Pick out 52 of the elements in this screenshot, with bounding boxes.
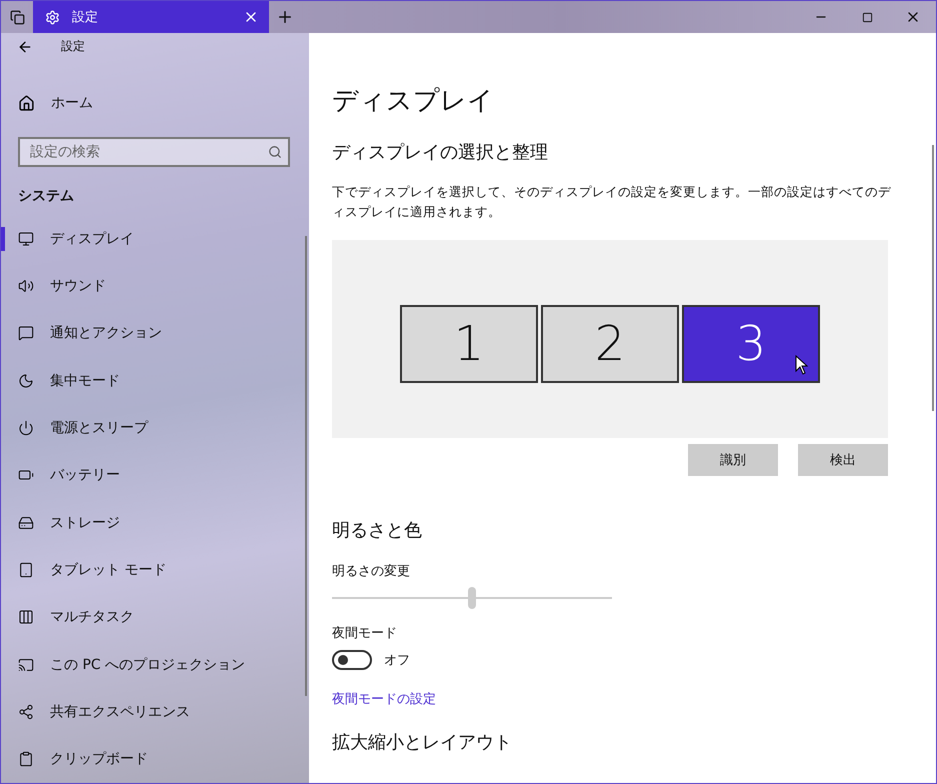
page-title: 設定 (61, 38, 85, 56)
tablet-icon (18, 562, 34, 578)
clipboard-icon (18, 751, 34, 768)
monitor-tile[interactable]: 2 (541, 305, 679, 383)
slider-label: 明るさの変更 (332, 563, 411, 580)
section-heading: 明るさと色 (332, 519, 423, 542)
columns-icon (18, 609, 34, 626)
sidebar-item[interactable]: 集中モード (1, 356, 309, 404)
gear-icon (45, 10, 60, 24)
sidebar-item[interactable]: ディスプレイ (1, 214, 309, 262)
action-button[interactable]: 検出 (798, 444, 888, 476)
sidebar-item[interactable]: タブレット モード (1, 546, 309, 594)
cast-icon (18, 656, 34, 673)
back-icon[interactable] (17, 38, 33, 55)
search-field[interactable]: 設定の検索 (18, 136, 290, 167)
night-mode-toggle[interactable] (332, 650, 372, 670)
settings-tab[interactable]: 設定 (33, 1, 269, 33)
description: 下でディスプレイを選択して、そのディスプレイの設定を変更します。一部の設定はすべてのディスプレイに適用されます。 (332, 183, 892, 221)
home-item[interactable]: ホーム (1, 80, 309, 127)
tab-title: 設定 (72, 9, 99, 26)
power-icon (18, 420, 34, 436)
section-heading: 拡大縮小とレイアウト (332, 731, 513, 754)
monitor-icon (18, 230, 34, 247)
share-icon (18, 704, 34, 720)
sidebar-item[interactable]: マルチタスク (1, 594, 309, 642)
speaker-icon (18, 278, 34, 294)
sidebar-item[interactable]: この PC へのプロジェクション (1, 641, 309, 688)
search-icon[interactable] (268, 144, 282, 159)
drive-icon (18, 514, 34, 531)
toggle-label: 夜間モード (332, 625, 398, 642)
section-heading: ディスプレイの選択と整理 (332, 141, 549, 164)
page-heading: ディスプレイ (332, 85, 495, 118)
sidebar-item[interactable]: クリップボード (1, 736, 309, 783)
sidebar-item[interactable]: 通知とアクション (1, 310, 309, 357)
monitor-tile[interactable]: 3 (682, 305, 820, 383)
section-heading: システム (17, 186, 75, 206)
sidebar-item[interactable]: サウンド (1, 262, 309, 310)
action-button[interactable]: 識別 (688, 444, 778, 476)
sidebar-item[interactable]: バッテリー (1, 452, 309, 500)
brightness-slider[interactable] (332, 586, 612, 610)
maximize-icon[interactable] (862, 12, 872, 22)
moon-icon (18, 372, 34, 389)
monitor-tile[interactable]: 1 (400, 305, 538, 383)
sidebar-item[interactable]: 電源とスリープ (1, 404, 309, 452)
message-icon (18, 325, 34, 342)
toggle-state: オフ (384, 652, 410, 669)
sidebar-item[interactable]: ストレージ (1, 499, 309, 546)
slider-thumb[interactable] (468, 587, 476, 609)
home-icon (18, 94, 35, 112)
cursor-icon (795, 355, 808, 375)
sidebar-item[interactable]: 共有エクスペリエンス (1, 688, 309, 736)
settings-link[interactable]: 夜間モードの設定 (332, 690, 436, 708)
